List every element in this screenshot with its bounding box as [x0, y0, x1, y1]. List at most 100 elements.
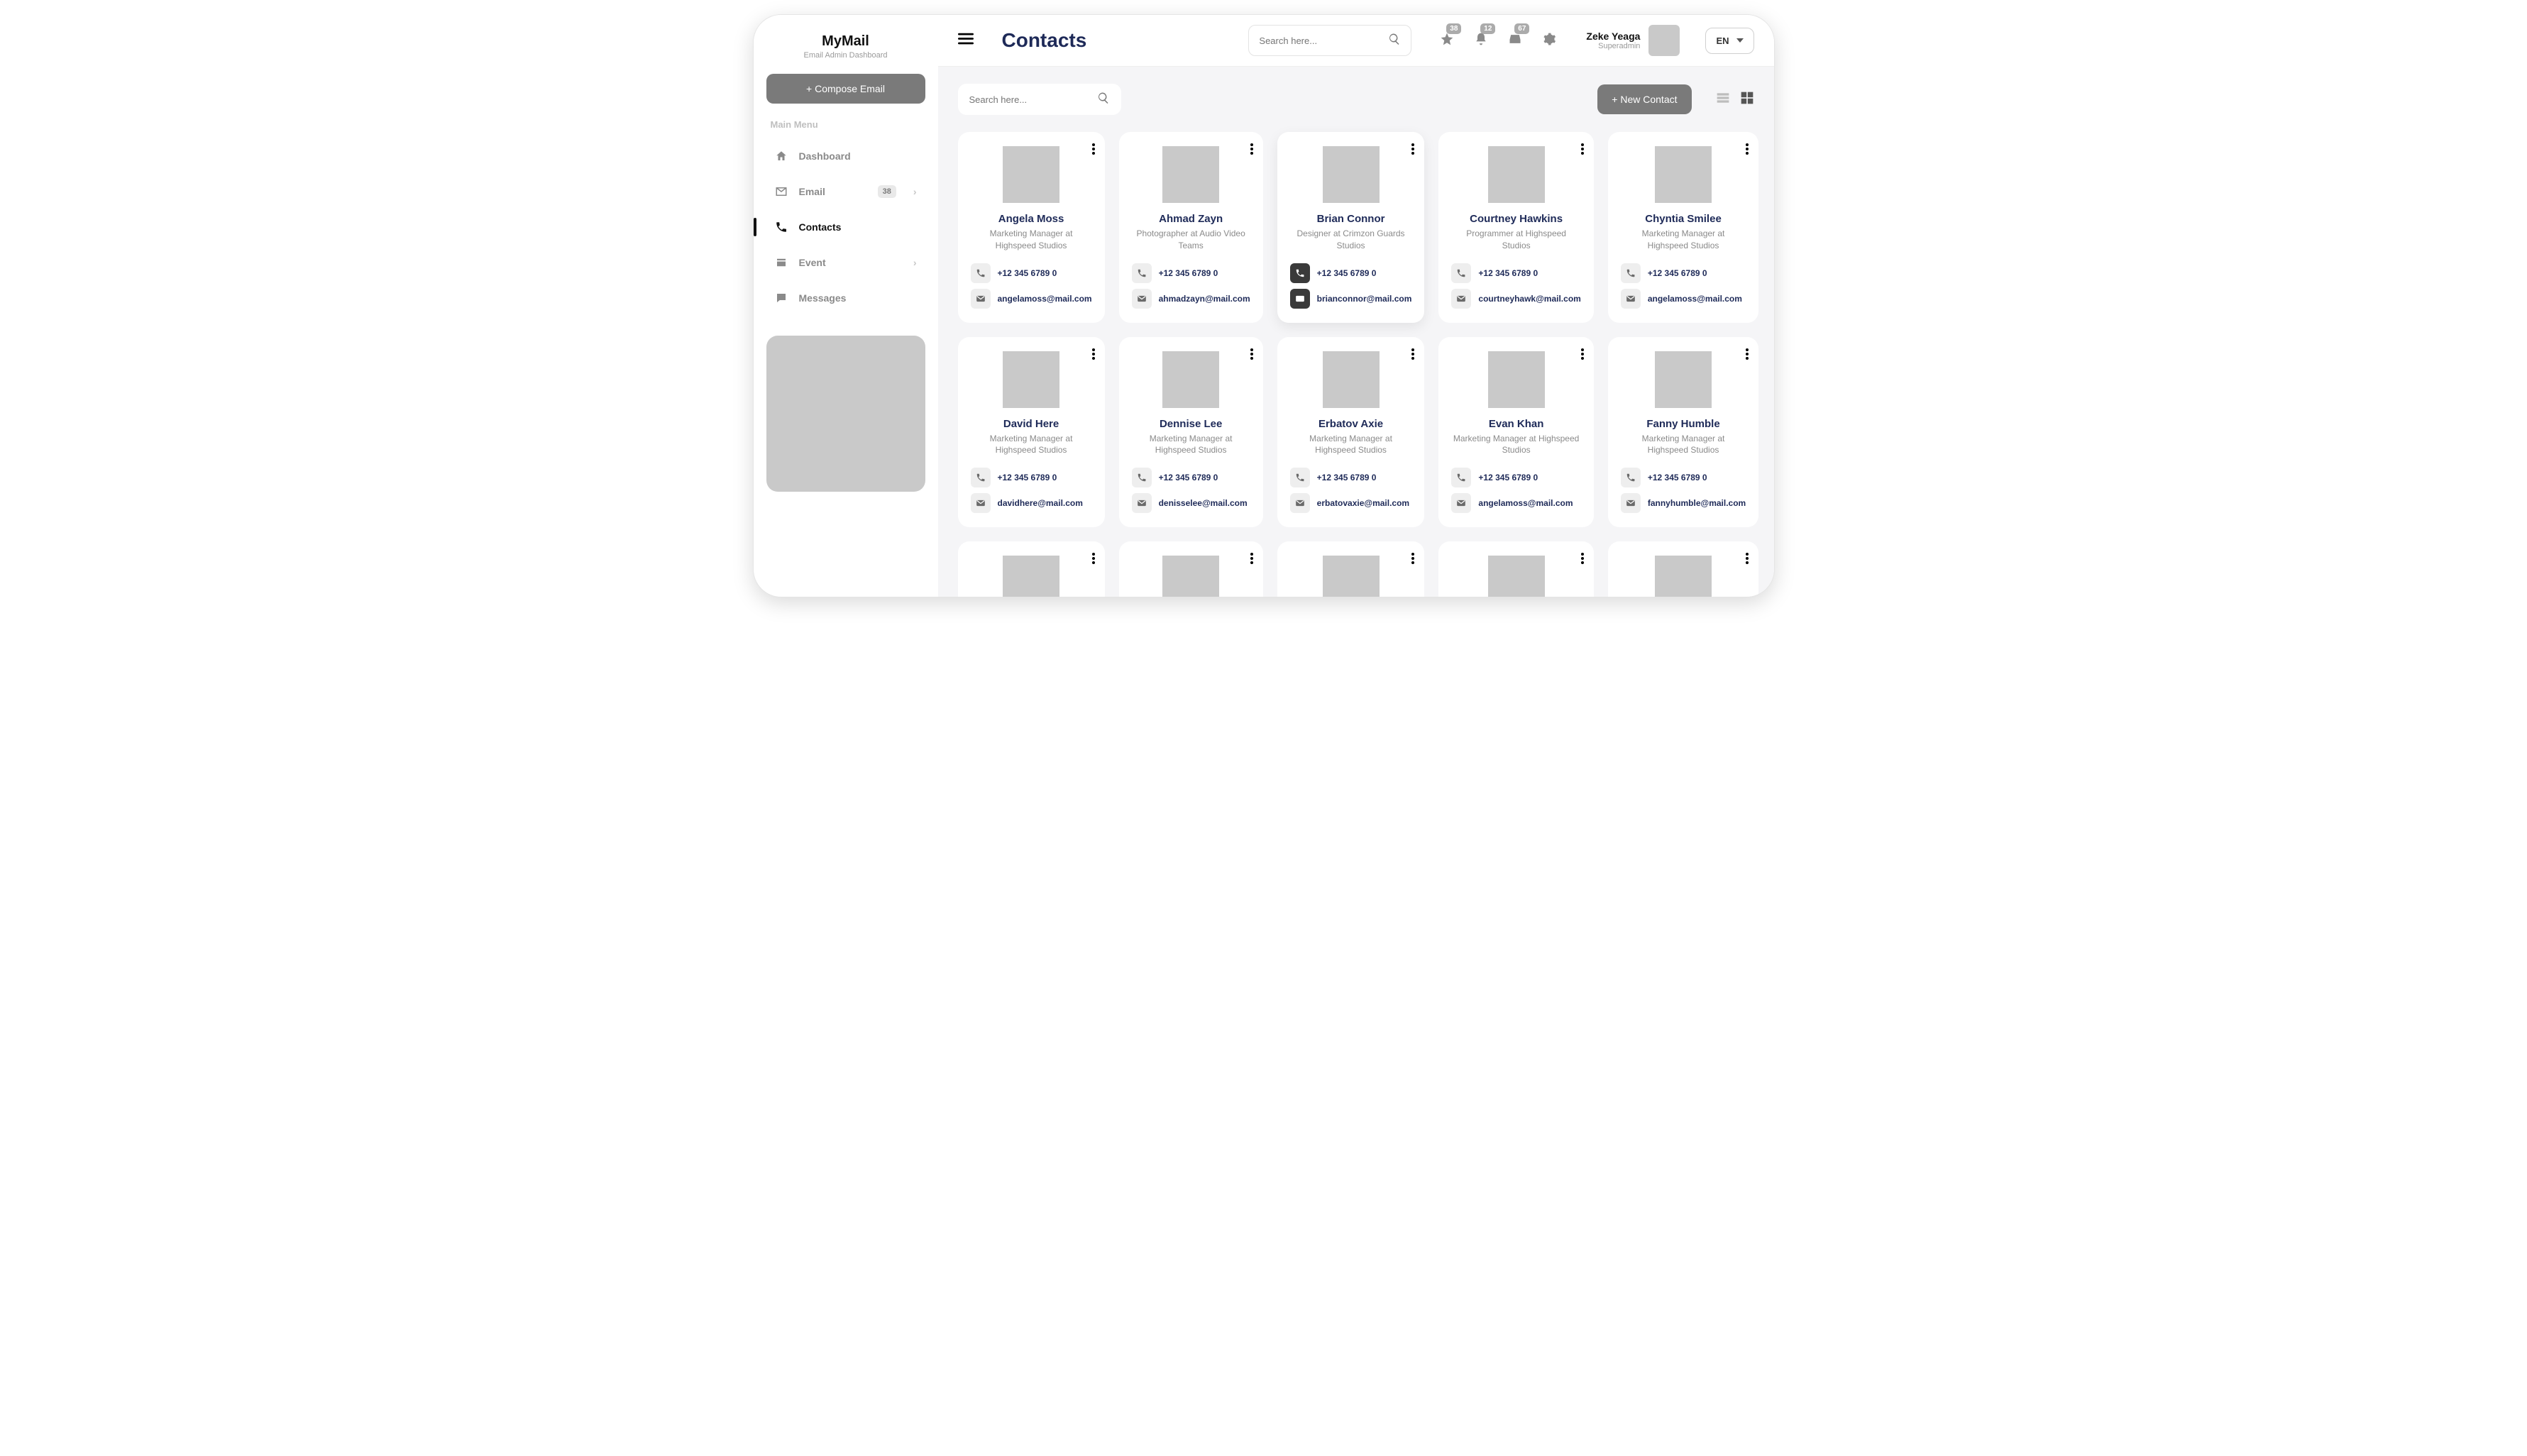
card-menu-icon[interactable] [1581, 553, 1584, 568]
contact-role: Marketing Manager at Highspeed Studios [971, 228, 1092, 252]
contact-card[interactable]: Brian Connor Designer at Crimzon Guards … [1277, 132, 1425, 323]
contact-email-row[interactable]: denisselee@mail.com [1132, 493, 1250, 513]
contact-card[interactable]: Dennise Lee Marketing Manager at Highspe… [1119, 337, 1263, 528]
contact-phone-row[interactable]: +12 345 6789 0 [1132, 468, 1250, 487]
contact-name: Erbatov Axie [1318, 418, 1383, 430]
contact-role: Marketing Manager at Highspeed Studios [1451, 433, 1580, 457]
card-menu-icon[interactable] [1250, 143, 1253, 158]
content-search[interactable] [958, 84, 1121, 115]
contact-phone: +12 345 6789 0 [998, 473, 1057, 482]
sidebar-item-label: Messages [799, 292, 847, 304]
contact-card[interactable] [1608, 541, 1758, 597]
search-icon[interactable] [1097, 92, 1110, 108]
contact-card[interactable] [1119, 541, 1263, 597]
card-menu-icon[interactable] [1746, 553, 1749, 568]
contact-card[interactable]: Fanny Humble Marketing Manager at Highsp… [1608, 337, 1758, 528]
sidebar-item-dashboard[interactable]: Dashboard [766, 140, 925, 172]
card-menu-icon[interactable] [1746, 348, 1749, 363]
inbox-icon[interactable]: 67 [1508, 32, 1522, 50]
contact-phone-row[interactable]: +12 345 6789 0 [971, 263, 1092, 283]
grid-view-icon[interactable] [1740, 91, 1754, 109]
phone-icon [1290, 468, 1310, 487]
envelope-icon [1621, 493, 1641, 513]
contact-avatar [1488, 146, 1545, 203]
contact-phone: +12 345 6789 0 [1317, 473, 1377, 482]
new-contact-button[interactable]: + New Contact [1597, 84, 1691, 114]
favorites-icon[interactable]: 38 [1440, 32, 1454, 50]
contact-email-row[interactable]: angelamoss@mail.com [971, 289, 1092, 309]
contact-phone-row[interactable]: +12 345 6789 0 [1451, 263, 1580, 283]
contact-email-row[interactable]: angelamoss@mail.com [1621, 289, 1746, 309]
card-menu-icon[interactable] [1411, 348, 1414, 363]
card-menu-icon[interactable] [1581, 348, 1584, 363]
contact-card[interactable]: Courtney Hawkins Programmer at Highspeed… [1438, 132, 1593, 323]
contact-card[interactable]: Erbatov Axie Marketing Manager at Highsp… [1277, 337, 1425, 528]
card-menu-icon[interactable] [1092, 553, 1095, 568]
envelope-icon [1451, 493, 1471, 513]
page-title: Contacts [1002, 29, 1087, 52]
contact-phone-row[interactable]: +12 345 6789 0 [1621, 263, 1746, 283]
contact-card[interactable] [1438, 541, 1593, 597]
contact-email-row[interactable]: fannyhumble@mail.com [1621, 493, 1746, 513]
card-menu-icon[interactable] [1581, 143, 1584, 158]
header-search[interactable] [1248, 25, 1411, 56]
contact-phone-row[interactable]: +12 345 6789 0 [1290, 468, 1412, 487]
contact-card[interactable]: Ahmad Zayn Photographer at Audio Video T… [1119, 132, 1263, 323]
card-menu-icon[interactable] [1092, 143, 1095, 158]
email-count-badge: 38 [878, 185, 896, 198]
card-menu-icon[interactable] [1250, 348, 1253, 363]
sidebar-placeholder [766, 336, 925, 492]
sidebar-item-contacts[interactable]: Contacts [766, 211, 925, 243]
user-profile[interactable]: Zeke Yeaga Superadmin [1586, 25, 1680, 56]
header: Contacts 38 12 67 [938, 15, 1774, 67]
contact-email-row[interactable]: ahmadzayn@mail.com [1132, 289, 1250, 309]
sidebar-item-label: Event [799, 257, 826, 268]
contact-card[interactable] [958, 541, 1105, 597]
settings-icon[interactable] [1542, 32, 1556, 50]
contact-phone: +12 345 6789 0 [1159, 473, 1218, 482]
contact-email: angelamoss@mail.com [1478, 498, 1573, 508]
contact-card[interactable]: Angela Moss Marketing Manager at Highspe… [958, 132, 1105, 323]
sidebar-item-email[interactable]: Email 38 › [766, 175, 925, 208]
compose-button[interactable]: + Compose Email [766, 74, 925, 104]
user-role: Superadmin [1586, 42, 1640, 50]
header-search-input[interactable] [1259, 35, 1388, 46]
contact-email-row[interactable]: erbatovaxie@mail.com [1290, 493, 1412, 513]
contact-email-row[interactable]: courtneyhawk@mail.com [1451, 289, 1580, 309]
contact-card[interactable]: Chyntia Smilee Marketing Manager at High… [1608, 132, 1758, 323]
contact-email-row[interactable]: brianconnor@mail.com [1290, 289, 1412, 309]
menu-toggle-icon[interactable] [958, 33, 974, 49]
contact-card[interactable]: David Here Marketing Manager at Highspee… [958, 337, 1105, 528]
contact-email: erbatovaxie@mail.com [1317, 498, 1409, 508]
card-menu-icon[interactable] [1411, 143, 1414, 158]
contact-email-row[interactable]: angelamoss@mail.com [1451, 493, 1580, 513]
contact-email-row[interactable]: davidhere@mail.com [971, 493, 1092, 513]
contact-avatar [1323, 146, 1380, 203]
contact-role: Designer at Crimzon Guards Studios [1290, 228, 1412, 252]
chat-icon [775, 292, 788, 304]
brand-subtitle: Email Admin Dashboard [766, 51, 925, 60]
contact-phone-row[interactable]: +12 345 6789 0 [1132, 263, 1250, 283]
contact-name: Evan Khan [1489, 418, 1544, 430]
card-menu-icon[interactable] [1746, 143, 1749, 158]
contact-phone-row[interactable]: +12 345 6789 0 [1621, 468, 1746, 487]
search-icon[interactable] [1388, 33, 1401, 49]
contact-card[interactable] [1277, 541, 1425, 597]
card-menu-icon[interactable] [1092, 348, 1095, 363]
phone-icon [1451, 263, 1471, 283]
card-menu-icon[interactable] [1250, 553, 1253, 568]
contact-phone-row[interactable]: +12 345 6789 0 [1451, 468, 1580, 487]
content-search-input[interactable] [969, 94, 1097, 105]
sidebar-item-messages[interactable]: Messages [766, 282, 925, 314]
list-view-icon[interactable] [1716, 91, 1730, 109]
contact-email: davidhere@mail.com [998, 498, 1083, 508]
envelope-icon [1132, 289, 1152, 309]
contact-name: Fanny Humble [1646, 418, 1719, 430]
language-selector[interactable]: EN [1705, 28, 1754, 54]
contact-phone-row[interactable]: +12 345 6789 0 [1290, 263, 1412, 283]
card-menu-icon[interactable] [1411, 553, 1414, 568]
contact-card[interactable]: Evan Khan Marketing Manager at Highspeed… [1438, 337, 1593, 528]
contact-phone-row[interactable]: +12 345 6789 0 [971, 468, 1092, 487]
notifications-icon[interactable]: 12 [1474, 32, 1488, 50]
sidebar-item-event[interactable]: Event › [766, 246, 925, 279]
